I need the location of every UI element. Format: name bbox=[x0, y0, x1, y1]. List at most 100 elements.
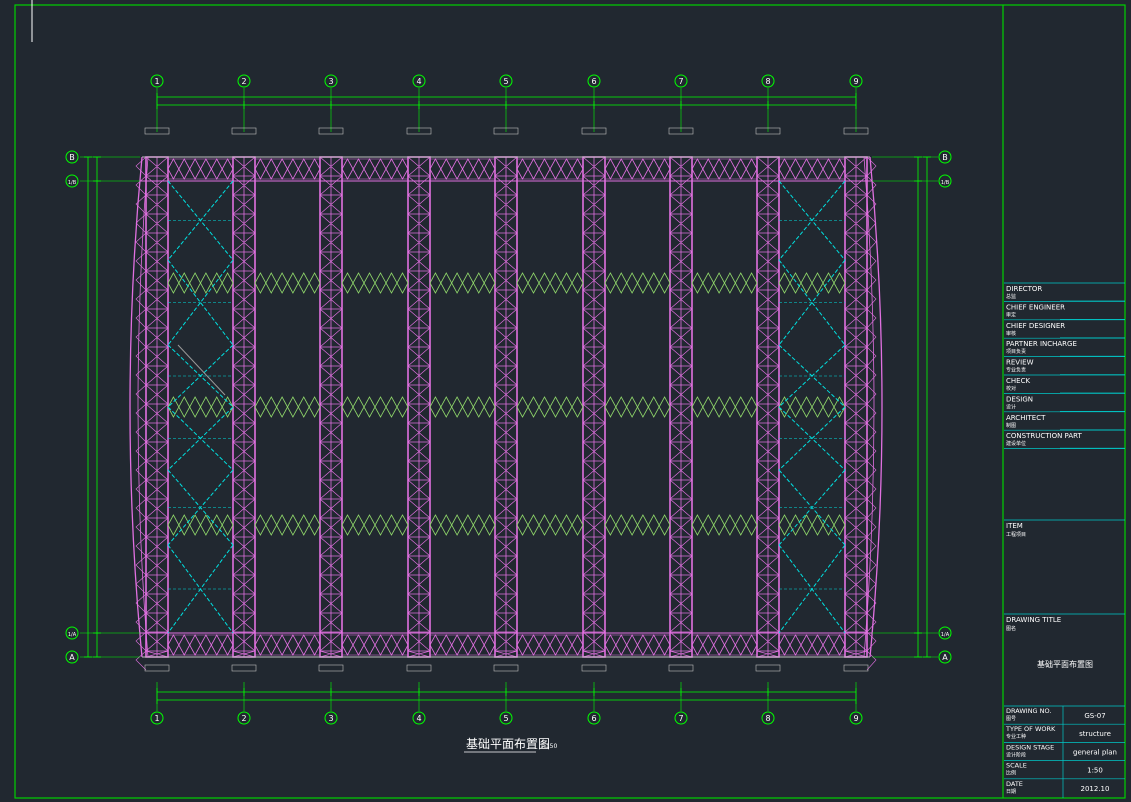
grid-bubble-label: 2 bbox=[241, 77, 246, 86]
column-plate bbox=[318, 664, 344, 672]
grid-bubble-bottom-4: 4 bbox=[412, 711, 426, 725]
grid-bubble-bottom-8: 8 bbox=[761, 711, 775, 725]
tie-zigzag bbox=[167, 272, 234, 294]
dim-bays-top bbox=[156, 101, 857, 109]
tie-zigzag bbox=[691, 158, 758, 180]
tb-role-cn: 制图 bbox=[1006, 422, 1016, 429]
grid-bubble-label: 5 bbox=[503, 714, 508, 723]
tb-drawing-title-en: DRAWING TITLE bbox=[1006, 616, 1061, 624]
tb-info-value: 2012.10 bbox=[1081, 785, 1110, 793]
tb-role-en: PARTNER INCHARGE bbox=[1006, 340, 1077, 348]
grid-bubble-label: 1/A bbox=[941, 632, 950, 638]
grid-bubble-top-2: 2 bbox=[237, 74, 251, 88]
grid-bubble-label: 9 bbox=[853, 77, 858, 86]
tb-role-en: DIRECTOR bbox=[1006, 285, 1042, 293]
column-plate bbox=[755, 664, 781, 672]
grid-bubble-top-4: 4 bbox=[412, 74, 426, 88]
grid-bubble-bottom-7: 7 bbox=[674, 711, 688, 725]
grid-bubble-label: 4 bbox=[416, 714, 421, 723]
tie-zigzag bbox=[341, 514, 409, 536]
grid-bubble-label: 4 bbox=[416, 77, 421, 86]
grid-bubble-label: 7 bbox=[678, 714, 683, 723]
grid-bubble-top-1: 1 bbox=[150, 74, 164, 88]
grid-bubble-left-row-B: B bbox=[65, 150, 79, 164]
column-plate bbox=[231, 664, 257, 672]
grid-bubble-top-5: 5 bbox=[499, 74, 513, 88]
tb-role-cn: 校对 bbox=[1006, 385, 1016, 392]
grid-bubble-left-row-B1: 1/B bbox=[65, 174, 79, 188]
title-block-row-chief-engineer: CHIEF ENGINEER审定 bbox=[1004, 301, 1125, 320]
tie-zigzag bbox=[341, 158, 409, 180]
grid-bubble-label: 3 bbox=[328, 77, 333, 86]
grid-bubble-top-6: 6 bbox=[587, 74, 601, 88]
column-plate bbox=[668, 664, 694, 672]
grid-bubble-label: 3 bbox=[328, 714, 333, 723]
title-block-info-date: DATE日期 2012.10 bbox=[1004, 778, 1125, 795]
title-block: DIRECTOR总监CHIEF ENGINEER审定CHIEF DESIGNER… bbox=[1004, 282, 1125, 798]
tie-zigzag bbox=[341, 396, 409, 418]
tb-info-value: 1:50 bbox=[1087, 767, 1103, 775]
tie-zigzag bbox=[254, 514, 321, 536]
tb-role-cn: 总监 bbox=[1006, 293, 1016, 300]
grid-bubble-left-row-A1: 1/A bbox=[65, 626, 79, 640]
grid-bubble-top-3: 3 bbox=[324, 74, 338, 88]
truss-column-2 bbox=[232, 156, 256, 658]
grid-bubble-right-row-A1: 1/A bbox=[938, 626, 952, 640]
grid-bubble-bottom-2: 2 bbox=[237, 711, 251, 725]
tie-zigzag bbox=[604, 396, 671, 418]
grid-bubble-bottom-6: 6 bbox=[587, 711, 601, 725]
tb-drawing-title-cn: 图名 bbox=[1006, 625, 1016, 632]
tie-zigzag bbox=[604, 272, 671, 294]
tie-zigzag bbox=[516, 514, 584, 536]
truss-column-6 bbox=[582, 156, 606, 658]
tie-zigzag bbox=[429, 634, 496, 656]
title-block-row-partner-incharge: PARTNER INCHARGE项目负责 bbox=[1004, 337, 1125, 357]
grid-bubble-label: 9 bbox=[853, 714, 858, 723]
tb-drawing-title-value: 基础平面布置图 bbox=[1037, 659, 1093, 669]
grid-bubble-label: 1/B bbox=[68, 180, 77, 186]
grid-bubble-label: 8 bbox=[765, 77, 770, 86]
column-plate bbox=[493, 664, 519, 672]
truss-column-9 bbox=[844, 156, 868, 658]
truss-column-8 bbox=[756, 156, 780, 658]
horizontal-tie-row bbox=[167, 634, 846, 656]
tb-info-en: DATE bbox=[1006, 780, 1023, 788]
tie-zigzag bbox=[691, 272, 758, 294]
title-block-row-chief-designer: CHIEF DESIGNER审核 bbox=[1004, 319, 1125, 338]
grid-bubble-bottom-1: 1 bbox=[150, 711, 164, 725]
tie-zigzag bbox=[778, 396, 846, 418]
title-block-row-director: DIRECTOR总监 bbox=[1004, 282, 1125, 302]
tb-info-en: DESIGN STAGE bbox=[1006, 743, 1054, 751]
tie-zigzag bbox=[516, 634, 584, 656]
title-block-info-scale: SCALE比例 1:50 bbox=[1004, 760, 1125, 777]
tb-role-en: CHIEF ENGINEER bbox=[1006, 303, 1065, 311]
tb-info-en: SCALE bbox=[1006, 762, 1027, 770]
tie-zigzag bbox=[604, 514, 671, 536]
grid-bubble-label: B bbox=[69, 153, 75, 162]
tie-zigzag bbox=[167, 634, 234, 656]
tie-zigzag bbox=[778, 158, 846, 180]
tb-role-en: ARCHITECT bbox=[1006, 414, 1046, 422]
grid-bubble-label: B bbox=[942, 153, 948, 162]
tie-zigzag bbox=[167, 514, 234, 536]
cad-drawing-canvas[interactable]: 1 1 2 2 3 3 4 4 5 5 6 6 7 7 8 8 9 9 B B 1/B 1/B 1/A 1/A A A 基础平面布… bbox=[0, 0, 1131, 802]
tb-role-cn: 专业负责 bbox=[1006, 367, 1026, 374]
tie-zigzag bbox=[516, 396, 584, 418]
grid-bubble-bottom-5: 5 bbox=[499, 711, 513, 725]
tie-zigzag bbox=[691, 634, 758, 656]
truss-column-1 bbox=[145, 156, 169, 658]
title-block-info-design-stage: DESIGN STAGE设计阶段 general plan bbox=[1004, 742, 1125, 758]
tb-role-cn: 设计 bbox=[1006, 403, 1016, 410]
grid-bubble-bottom-3: 3 bbox=[324, 711, 338, 725]
tb-info-cn: 比例 bbox=[1006, 770, 1016, 777]
dim-overall-left bbox=[84, 156, 92, 658]
grid-bubble-label: 2 bbox=[241, 714, 246, 723]
arch-right-outer bbox=[869, 156, 883, 658]
tb-info-value: general plan bbox=[1073, 748, 1117, 756]
dim-rows-left bbox=[93, 156, 101, 658]
column-plate bbox=[406, 664, 432, 672]
dim-overall-top bbox=[156, 93, 857, 101]
tb-role-cn: 建设单位 bbox=[1006, 440, 1026, 447]
tb-role-en: CHIEF DESIGNER bbox=[1006, 322, 1065, 330]
drawing-scale-caption: 1:150 bbox=[540, 743, 557, 750]
